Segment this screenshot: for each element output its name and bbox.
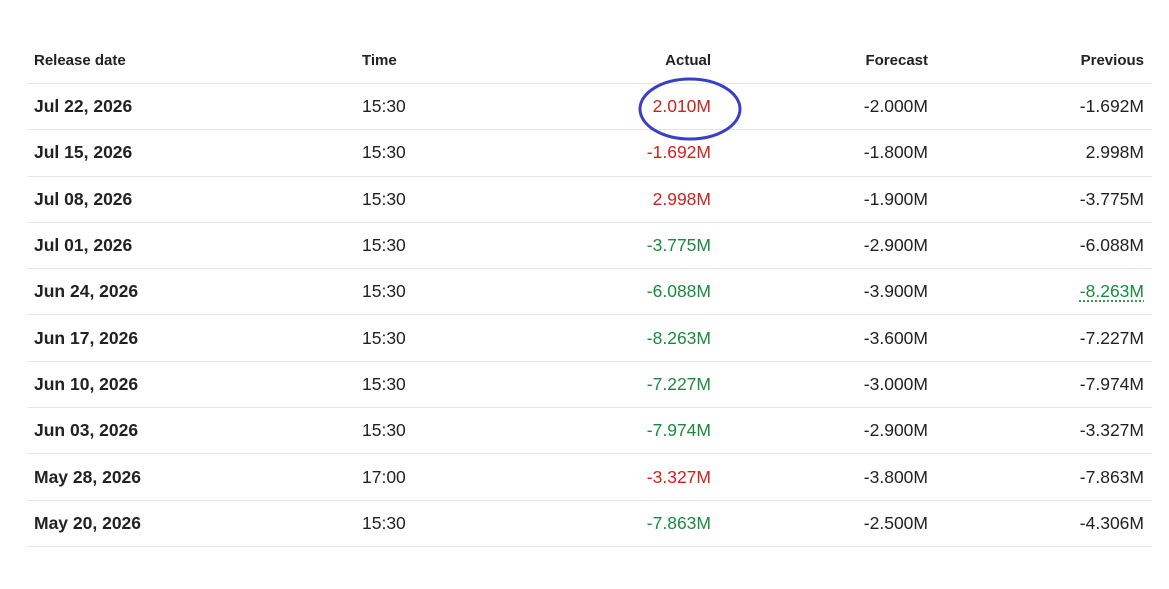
previous-cell: -7.863M xyxy=(1079,466,1144,487)
release-date-cell: Jun 17, 2026 xyxy=(34,327,139,348)
previous-cell: -7.227M xyxy=(1079,327,1144,348)
actual-cell: -7.227M xyxy=(646,373,711,394)
previous-cell: 2.998M xyxy=(1085,142,1144,163)
previous-cell: -6.088M xyxy=(1079,235,1144,256)
time-cell: 15:30 xyxy=(362,327,406,348)
forecast-cell: -3.600M xyxy=(863,327,928,348)
table-row: Jul 08, 2026 15:30 2.998M -1.900M -3.775… xyxy=(27,177,1152,223)
actual-cell: -8.263M xyxy=(646,327,711,348)
header-time: Time xyxy=(362,51,397,69)
header-release-date: Release date xyxy=(34,51,126,69)
table-row: Jul 22, 2026 15:30 2.010M -2.000M -1.692… xyxy=(27,84,1152,131)
release-date-cell: May 28, 2026 xyxy=(34,466,142,487)
actual-cell: -3.327M xyxy=(646,466,711,487)
header-forecast: Forecast xyxy=(865,51,928,69)
previous-cell: -3.775M xyxy=(1079,188,1144,209)
actual-cell: -6.088M xyxy=(646,281,711,302)
time-cell: 15:30 xyxy=(362,512,406,533)
release-date-cell: Jul 15, 2026 xyxy=(34,142,133,163)
time-cell: 17:00 xyxy=(362,466,406,487)
release-date-cell: Jun 10, 2026 xyxy=(34,373,139,394)
previous-cell: -1.692M xyxy=(1079,96,1144,117)
table-row: Jun 03, 2026 15:30 -7.974M -2.900M -3.32… xyxy=(27,408,1152,455)
time-cell: 15:30 xyxy=(362,188,406,209)
previous-cell: -4.306M xyxy=(1079,512,1144,533)
release-date-cell: Jul 22, 2026 xyxy=(34,96,133,117)
forecast-cell: -2.900M xyxy=(863,420,928,441)
previous-cell: -3.327M xyxy=(1079,420,1144,441)
release-date-cell: Jun 03, 2026 xyxy=(34,420,139,441)
time-cell: 15:30 xyxy=(362,235,406,256)
actual-cell: -7.974M xyxy=(646,420,711,441)
time-cell: 15:30 xyxy=(362,96,406,117)
actual-cell: -1.692M xyxy=(646,142,711,163)
revised-previous-link[interactable]: -8.263M xyxy=(1080,281,1144,301)
table-row: Jun 10, 2026 15:30 -7.227M -3.000M -7.97… xyxy=(27,362,1152,409)
table-row: Jul 15, 2026 15:30 -1.692M -1.800M 2.998… xyxy=(27,130,1152,177)
table-row: Jun 17, 2026 15:30 -8.263M -3.600M -7.22… xyxy=(27,315,1152,362)
table-row: Jun 24, 2026 15:30 -6.088M -3.900M -8.26… xyxy=(27,269,1152,316)
previous-cell: -8.263M xyxy=(928,281,1144,302)
time-cell: 15:30 xyxy=(362,142,406,163)
release-date-cell: May 20, 2026 xyxy=(34,512,142,533)
header-actual: Actual xyxy=(665,51,711,69)
time-cell: 15:30 xyxy=(362,420,406,441)
release-history-table: Release date Time Actual Forecast Previo… xyxy=(27,37,1152,547)
forecast-cell: -1.800M xyxy=(863,142,928,163)
time-cell: 15:30 xyxy=(362,281,406,302)
forecast-cell: -3.800M xyxy=(863,466,928,487)
time-cell: 15:30 xyxy=(362,373,406,394)
forecast-cell: -2.900M xyxy=(863,235,928,256)
table-row: May 20, 2026 15:30 -7.863M -2.500M -4.30… xyxy=(27,501,1152,547)
header-previous: Previous xyxy=(1080,51,1144,69)
release-date-cell: Jul 08, 2026 xyxy=(34,188,133,209)
forecast-cell: -1.900M xyxy=(863,188,928,209)
actual-cell: -3.775M xyxy=(646,235,711,256)
actual-cell: 2.010M xyxy=(652,96,711,117)
table-row: Jul 01, 2026 15:30 -3.775M -2.900M -6.08… xyxy=(27,223,1152,270)
previous-cell: -7.974M xyxy=(1079,373,1144,394)
table-row: May 28, 2026 17:00 -3.327M -3.800M -7.86… xyxy=(27,454,1152,501)
forecast-cell: -3.900M xyxy=(863,281,928,302)
forecast-cell: -2.000M xyxy=(863,96,928,117)
forecast-cell: -2.500M xyxy=(863,512,928,533)
release-date-cell: Jul 01, 2026 xyxy=(34,235,133,256)
release-date-cell: Jun 24, 2026 xyxy=(34,281,139,302)
actual-cell: 2.998M xyxy=(652,188,711,209)
forecast-cell: -3.000M xyxy=(863,373,928,394)
table-header: Release date Time Actual Forecast Previo… xyxy=(27,37,1152,84)
actual-cell: -7.863M xyxy=(646,512,711,533)
